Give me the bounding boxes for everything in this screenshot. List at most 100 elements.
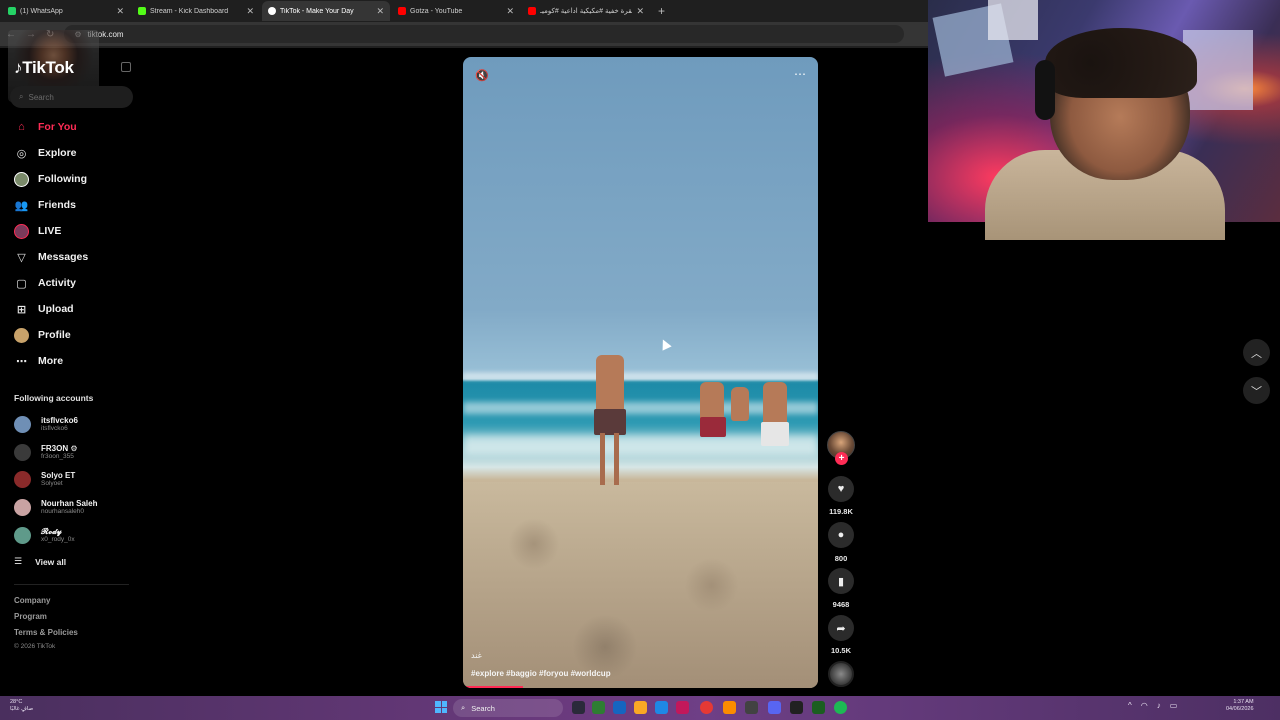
app-icon[interactable] — [723, 701, 736, 714]
collapse-sidebar-icon[interactable] — [121, 62, 131, 72]
video-wave — [463, 372, 818, 380]
close-tab-icon[interactable]: ✕ — [116, 6, 124, 17]
spotify-icon[interactable] — [834, 701, 847, 714]
tiktok-logo[interactable]: ♪TikTok — [14, 58, 74, 78]
following-account[interactable]: FR3ON ⚙ fr3oon_355 — [14, 439, 78, 465]
app-icon[interactable] — [592, 701, 605, 714]
divider — [0, 46, 928, 48]
search-label: Search — [471, 703, 495, 713]
browser-tab[interactable]: Stream - Kick Dashboard ✕ — [132, 1, 260, 21]
nav-following[interactable]: Following — [14, 169, 87, 189]
logo-note-icon: ♪ — [14, 58, 23, 77]
app-icon[interactable] — [613, 701, 626, 714]
taskbar-clock[interactable]: 1:37 AM 04/06/2026 — [1226, 699, 1254, 713]
browser-tab-active[interactable]: TikTok - Make Your Day ✕ — [262, 1, 390, 21]
video-shorts — [700, 417, 726, 437]
more-options-icon[interactable]: ⋯ — [794, 67, 806, 81]
tiktok-favicon-icon — [268, 7, 276, 15]
messages-icon: ▽ — [17, 251, 26, 264]
edge-icon[interactable] — [655, 701, 668, 714]
nav-explore[interactable]: ◎ Explore — [14, 143, 77, 163]
avatar — [14, 443, 31, 461]
browser-tab[interactable]: (1) WhatsApp ✕ — [2, 1, 130, 21]
file-explorer-icon[interactable] — [634, 701, 647, 714]
browser-tab[interactable]: Gotza - YouTube ✕ — [392, 1, 520, 21]
video-player[interactable]: 🔇 ⋯ غند #explore #baggio #foryou #worldc… — [463, 57, 818, 688]
app-icon[interactable] — [745, 701, 758, 714]
taskbar-search[interactable]: ⌕ Search — [453, 699, 563, 717]
address-bar: ← → ↻ ⚙ tiktok.com — [0, 22, 928, 46]
url-field[interactable]: ⚙ tiktok.com — [64, 25, 905, 43]
nav-upload[interactable]: ⊞ Upload — [14, 299, 74, 319]
next-video-button[interactable]: ﹀ — [1243, 377, 1270, 404]
task-view-icon[interactable] — [572, 701, 585, 714]
footer-link-program[interactable]: Program — [14, 612, 47, 621]
account-name: Nourhan Saleh — [41, 498, 98, 508]
video-author[interactable]: غند — [471, 651, 482, 660]
close-tab-icon[interactable]: ✕ — [636, 6, 644, 17]
close-tab-icon[interactable]: ✕ — [376, 6, 384, 17]
nav-label: Profile — [38, 329, 71, 341]
app-icon[interactable] — [812, 701, 825, 714]
chevron-up-icon[interactable]: ^ — [1128, 701, 1132, 710]
nav-messages[interactable]: ▽ Messages — [14, 247, 88, 267]
music-disc-icon[interactable] — [828, 661, 854, 687]
following-account[interactable]: itsflvcko6 itsflvcko6 — [14, 411, 78, 437]
following-account[interactable]: Solyo ET Solyoet — [14, 466, 75, 492]
nav-live[interactable]: LIVE — [14, 221, 61, 241]
account-handle: itsflvcko6 — [41, 424, 68, 432]
list-icon: ☰ — [14, 556, 23, 566]
footer-link-terms[interactable]: Terms & Policies — [14, 628, 78, 637]
share-count: 10.5K — [830, 646, 851, 655]
save-button[interactable]: ▮ — [828, 568, 854, 594]
close-tab-icon[interactable]: ✕ — [246, 6, 254, 17]
app-icon[interactable] — [790, 701, 803, 714]
tab-label: Stream - Kick Dashboard — [150, 7, 229, 15]
youtube-favicon-icon — [398, 7, 406, 15]
video-hashtags[interactable]: #explore #baggio #foryou #worldcup — [471, 669, 611, 678]
comment-icon: ● — [837, 529, 845, 541]
nav-profile[interactable]: Profile — [14, 325, 71, 345]
whatsapp-favicon-icon — [8, 7, 16, 15]
network-icon[interactable]: ◠ — [1141, 701, 1148, 710]
volume-muted-icon[interactable]: 🔇 — [475, 69, 489, 82]
like-button[interactable]: ♥ — [828, 476, 854, 502]
nav-activity[interactable]: ▢ Activity — [14, 273, 76, 293]
weather-widget[interactable]: 28°C صافٍ غالبًا — [10, 699, 33, 713]
following-account[interactable]: Nourhan Saleh nourhansaleh0 — [14, 494, 97, 520]
chrome-icon[interactable] — [700, 701, 713, 714]
view-all-button[interactable]: ☰ View all — [14, 556, 66, 567]
nav-label: Messages — [38, 251, 89, 263]
nav-friends[interactable]: 👥 Friends — [14, 195, 76, 215]
close-tab-icon[interactable]: ✕ — [506, 6, 514, 17]
battery-icon[interactable]: ▭ — [1170, 701, 1178, 710]
account-name: Solyo ET — [41, 470, 76, 480]
avatar — [14, 470, 31, 488]
tab-label: TikTok - Make Your Day — [280, 7, 354, 15]
headset-icon — [1035, 60, 1055, 120]
browser-tab[interactable]: العقرة خفية #مكيكية اداعية #كوميـ... ✕ — [522, 1, 650, 21]
comment-button[interactable]: ● — [828, 522, 854, 548]
comment-count: 800 — [834, 554, 848, 563]
previous-video-button[interactable]: ︿ — [1243, 339, 1270, 366]
friends-icon: 👥 — [14, 199, 29, 212]
share-button[interactable]: ➦ — [828, 615, 854, 641]
activity-icon: ▢ — [16, 277, 27, 290]
discord-icon[interactable] — [768, 701, 781, 714]
new-tab-button[interactable]: + — [658, 4, 665, 18]
nav-for-you[interactable]: ⌂ For You — [14, 117, 77, 137]
search-input[interactable]: ⌕ Search — [10, 86, 133, 108]
video-progress-bar[interactable] — [463, 686, 524, 688]
footer-link-company[interactable]: Company — [14, 596, 50, 605]
following-account[interactable]: 𝓡𝓸𝓭𝔂 x0_rody_0x — [14, 522, 75, 548]
save-count: 9468 — [832, 600, 850, 609]
wall-poster — [988, 0, 1038, 40]
nav-more[interactable]: ⋯ More — [14, 351, 63, 371]
volume-icon[interactable]: ♪ — [1157, 701, 1161, 710]
app-icon[interactable] — [676, 701, 689, 714]
follow-plus-button[interactable]: + — [835, 452, 848, 465]
heart-icon: ♥ — [837, 483, 845, 495]
account-handle: fr3oon_355 — [41, 452, 74, 460]
copyright: © 2026 TikTok — [14, 643, 56, 650]
windows-start-icon[interactable] — [435, 701, 447, 713]
